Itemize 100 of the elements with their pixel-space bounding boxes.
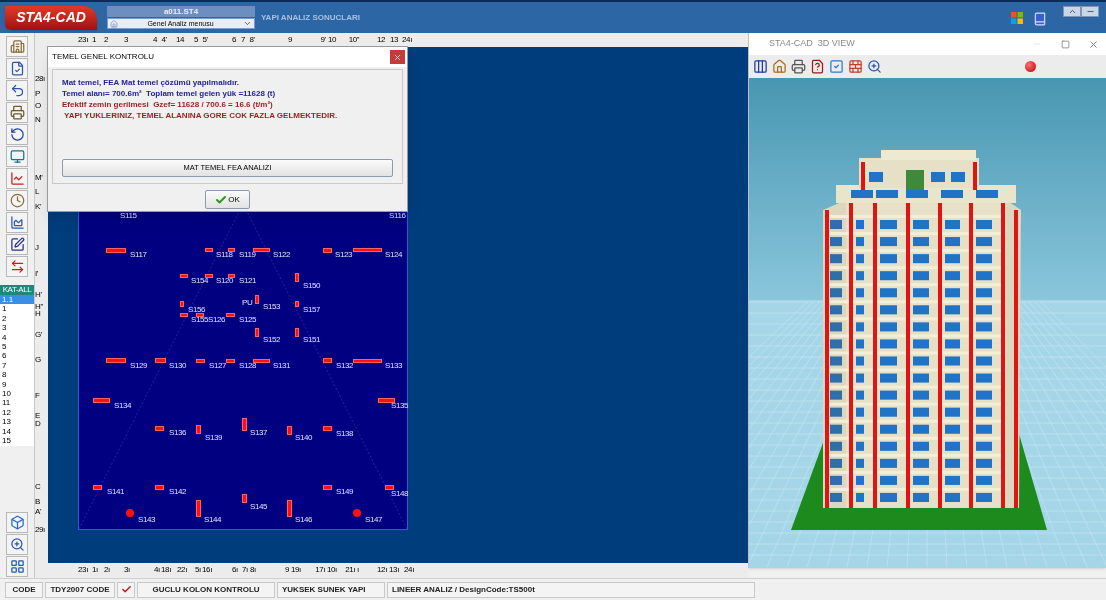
ruler-label: E xyxy=(35,412,40,420)
checkbox-button[interactable] xyxy=(828,57,845,76)
printer-button[interactable] xyxy=(6,102,28,123)
grid-icon xyxy=(9,559,25,574)
column-label: S116 xyxy=(389,212,406,220)
column-marker[interactable] xyxy=(353,248,382,252)
area-chart-button[interactable] xyxy=(6,212,28,233)
minimize-button[interactable] xyxy=(1081,6,1099,17)
rotate-icon xyxy=(9,127,25,142)
column-marker[interactable] xyxy=(253,248,270,252)
floor-item[interactable]: 12 xyxy=(0,407,34,418)
column-marker[interactable] xyxy=(378,398,395,403)
floor-item[interactable]: 7 xyxy=(0,360,34,371)
floor-item[interactable]: 2 xyxy=(0,313,34,324)
close-button[interactable] xyxy=(390,50,405,64)
floor-item[interactable]: 4 xyxy=(0,332,34,343)
column-marker[interactable] xyxy=(196,425,201,434)
ruler-label: 5' xyxy=(202,36,208,44)
column-marker[interactable] xyxy=(226,313,235,317)
column-marker[interactable] xyxy=(155,358,166,363)
column-marker[interactable] xyxy=(205,274,213,278)
column-marker[interactable] xyxy=(385,485,394,490)
column-marker[interactable] xyxy=(106,358,126,363)
floor-item[interactable]: 14 xyxy=(0,426,34,437)
restore-button[interactable] xyxy=(1063,6,1081,17)
cube-button[interactable] xyxy=(6,512,28,533)
column-marker[interactable] xyxy=(226,359,235,363)
column-marker[interactable] xyxy=(255,295,259,304)
column-marker[interactable] xyxy=(93,485,102,490)
clock-button[interactable] xyxy=(6,190,28,211)
column-label: S152 xyxy=(263,336,281,344)
printer-button[interactable] xyxy=(790,57,807,76)
column-marker[interactable] xyxy=(295,273,299,282)
column-marker[interactable] xyxy=(155,426,164,431)
ruler-label: K' xyxy=(35,203,42,211)
column-marker[interactable] xyxy=(295,328,299,337)
column-label: S140 xyxy=(295,434,313,442)
column-marker[interactable] xyxy=(295,301,299,307)
edit-button[interactable] xyxy=(6,234,28,255)
message-line: Mat temel, FEA Mat temel çözümü yapılmalıdır. xyxy=(62,77,241,88)
column-marker[interactable] xyxy=(323,426,332,431)
ruler-label: 8' xyxy=(249,36,255,44)
circular-column-marker[interactable] xyxy=(126,509,134,517)
floor-item[interactable]: 13 xyxy=(0,417,34,427)
house-button[interactable] xyxy=(771,57,788,76)
ok-button[interactable]: OK xyxy=(205,190,250,209)
column-marker[interactable] xyxy=(196,500,201,517)
column-marker[interactable] xyxy=(323,358,332,363)
floor-item[interactable]: 8 xyxy=(0,370,34,380)
undo-button[interactable] xyxy=(6,80,28,101)
monitor-button[interactable] xyxy=(6,146,28,167)
column-marker[interactable] xyxy=(242,418,247,431)
ruler-label: 9 xyxy=(287,36,293,44)
column-label: S149 xyxy=(336,488,354,496)
column-marker[interactable] xyxy=(287,426,292,435)
column-marker[interactable] xyxy=(255,328,259,337)
arrows-button[interactable] xyxy=(6,256,28,277)
floor-item[interactable]: 1 xyxy=(0,304,34,314)
ruler-label: 4ı xyxy=(154,566,160,574)
floor-item[interactable]: 9 xyxy=(0,379,34,390)
column-label: S157 xyxy=(303,306,321,314)
column-marker[interactable] xyxy=(180,301,184,307)
floor-item[interactable]: 15 xyxy=(0,436,34,446)
building-button[interactable] xyxy=(6,36,28,57)
brick-wall-button[interactable] xyxy=(847,57,864,76)
column-marker[interactable] xyxy=(287,500,292,517)
column-marker[interactable] xyxy=(228,248,235,252)
frame-button[interactable] xyxy=(752,57,769,76)
column-marker[interactable] xyxy=(106,248,126,253)
column-marker[interactable] xyxy=(323,485,332,490)
ruler-label: 1ı xyxy=(92,566,98,574)
column-marker[interactable] xyxy=(353,359,382,363)
floor-item[interactable]: 6 xyxy=(0,351,34,361)
column-marker[interactable] xyxy=(228,274,235,278)
column-marker[interactable] xyxy=(180,313,188,317)
circular-column-marker[interactable] xyxy=(353,509,361,517)
column-marker[interactable] xyxy=(180,274,188,278)
line-chart-button[interactable] xyxy=(6,168,28,189)
check-cell[interactable] xyxy=(117,581,135,598)
column-marker[interactable] xyxy=(196,359,205,363)
zoom-button[interactable] xyxy=(866,57,883,76)
column-marker[interactable] xyxy=(253,359,270,363)
column-marker[interactable] xyxy=(93,398,110,403)
maximize-button[interactable] xyxy=(1058,38,1072,50)
area-chart-icon xyxy=(9,215,25,230)
help-button[interactable] xyxy=(809,57,826,76)
column-marker[interactable] xyxy=(242,494,247,503)
rotate-button[interactable] xyxy=(6,124,28,145)
column-label: S154 xyxy=(191,277,209,285)
floor-item[interactable]: 3 xyxy=(0,323,34,333)
column-marker[interactable] xyxy=(196,313,204,317)
column-marker[interactable] xyxy=(323,248,332,253)
document-button[interactable] xyxy=(6,58,28,79)
column-marker[interactable] xyxy=(155,485,164,490)
grid-button[interactable] xyxy=(6,556,28,577)
floor-item[interactable]: 10 xyxy=(0,389,34,399)
column-marker[interactable] xyxy=(205,248,213,252)
zoom-button[interactable] xyxy=(6,534,28,555)
floor-item[interactable]: 5 xyxy=(0,342,34,352)
floor-item[interactable]: 11 xyxy=(0,398,34,408)
